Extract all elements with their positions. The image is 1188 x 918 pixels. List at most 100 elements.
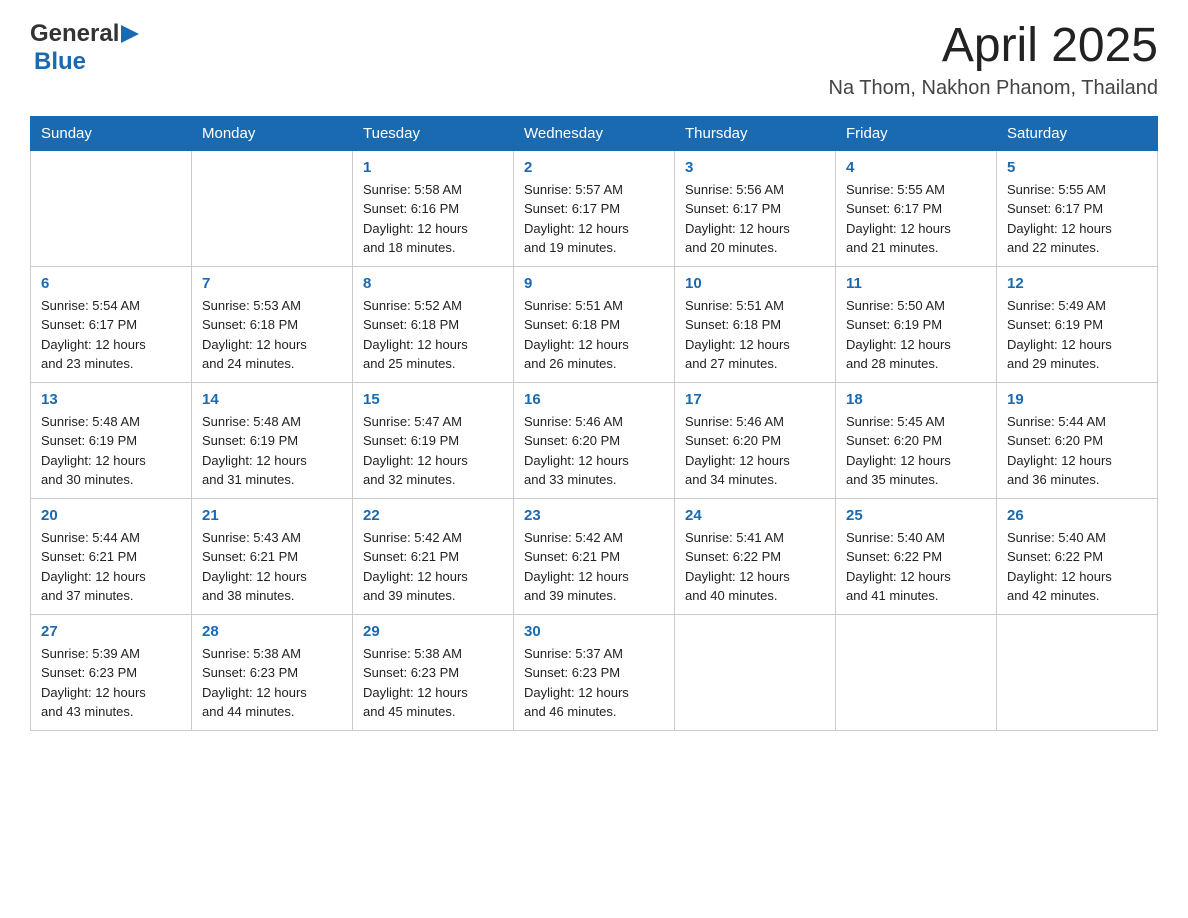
day-number: 27	[41, 623, 181, 640]
day-number: 5	[1007, 159, 1147, 176]
calendar-cell	[31, 150, 192, 266]
day-number: 13	[41, 391, 181, 408]
calendar-week-row: 1Sunrise: 5:58 AM Sunset: 6:16 PM Daylig…	[31, 150, 1158, 266]
day-number: 15	[363, 391, 503, 408]
day-info: Sunrise: 5:52 AM Sunset: 6:18 PM Dayligh…	[363, 296, 503, 374]
day-number: 23	[524, 507, 664, 524]
day-number: 24	[685, 507, 825, 524]
col-header-sunday: Sunday	[31, 116, 192, 150]
day-info: Sunrise: 5:55 AM Sunset: 6:17 PM Dayligh…	[846, 180, 986, 258]
calendar-cell: 10 Sunrise: 5:51 AM Sunset: 6:18 PM Dayli…	[675, 266, 836, 382]
logo-general-text: General	[30, 20, 119, 48]
col-header-thursday: Thursday	[675, 116, 836, 150]
calendar-cell: 22 Sunrise: 5:42 AM Sunset: 6:21 PM Dayli…	[353, 498, 514, 614]
calendar-cell: 3 Sunrise: 5:56 AM Sunset: 6:17 PM Daylig…	[675, 150, 836, 266]
calendar-cell	[192, 150, 353, 266]
day-number: 28	[202, 623, 342, 640]
day-info: Sunrise: 5:45 AM Sunset: 6:20 PM Dayligh…	[846, 412, 986, 490]
calendar-title: April 2025	[829, 20, 1158, 73]
day-number: 25	[846, 507, 986, 524]
calendar-subtitle: Na Thom, Nakhon Phanom, Thailand	[829, 77, 1158, 100]
day-number: 6	[41, 275, 181, 292]
calendar-cell: 30 Sunrise: 5:37 AM Sunset: 6:23 PM Dayli…	[514, 614, 675, 730]
calendar-cell: 7 Sunrise: 5:53 AM Sunset: 6:18 PM Daylig…	[192, 266, 353, 382]
calendar-week-row: 6 Sunrise: 5:54 AM Sunset: 6:17 PM Daylig…	[31, 266, 1158, 382]
day-number: 20	[41, 507, 181, 524]
calendar-cell: 29 Sunrise: 5:38 AM Sunset: 6:23 PM Dayli…	[353, 614, 514, 730]
calendar-cell	[675, 614, 836, 730]
day-number: 11	[846, 275, 986, 292]
day-number: 3	[685, 159, 825, 176]
day-info: Sunrise: 5:53 AM Sunset: 6:18 PM Dayligh…	[202, 296, 342, 374]
day-info: Sunrise: 5:54 AM Sunset: 6:17 PM Dayligh…	[41, 296, 181, 374]
calendar-cell: 6 Sunrise: 5:54 AM Sunset: 6:17 PM Daylig…	[31, 266, 192, 382]
calendar-week-row: 27Sunrise: 5:39 AM Sunset: 6:23 PM Dayli…	[31, 614, 1158, 730]
day-info: Sunrise: 5:43 AM Sunset: 6:21 PM Dayligh…	[202, 528, 342, 606]
calendar-cell: 19 Sunrise: 5:44 AM Sunset: 6:20 PM Dayli…	[997, 382, 1158, 498]
calendar-cell: 2 Sunrise: 5:57 AM Sunset: 6:17 PM Daylig…	[514, 150, 675, 266]
calendar-cell: 26Sunrise: 5:40 AM Sunset: 6:22 PM Dayli…	[997, 498, 1158, 614]
calendar-cell: 13 Sunrise: 5:48 AM Sunset: 6:19 PM Dayli…	[31, 382, 192, 498]
day-info: Sunrise: 5:49 AM Sunset: 6:19 PM Dayligh…	[1007, 296, 1147, 374]
logo: General Blue	[30, 20, 139, 76]
day-number: 9	[524, 275, 664, 292]
day-info: Sunrise: 5:44 AM Sunset: 6:20 PM Dayligh…	[1007, 412, 1147, 490]
calendar-cell	[997, 614, 1158, 730]
calendar-cell: 17Sunrise: 5:46 AM Sunset: 6:20 PM Dayli…	[675, 382, 836, 498]
calendar-week-row: 20 Sunrise: 5:44 AM Sunset: 6:21 PM Dayli…	[31, 498, 1158, 614]
calendar-cell: 20 Sunrise: 5:44 AM Sunset: 6:21 PM Dayli…	[31, 498, 192, 614]
calendar-cell: 25 Sunrise: 5:40 AM Sunset: 6:22 PM Dayli…	[836, 498, 997, 614]
day-info: Sunrise: 5:51 AM Sunset: 6:18 PM Dayligh…	[685, 296, 825, 374]
day-info: Sunrise: 5:57 AM Sunset: 6:17 PM Dayligh…	[524, 180, 664, 258]
calendar-cell: 21 Sunrise: 5:43 AM Sunset: 6:21 PM Dayli…	[192, 498, 353, 614]
day-number: 19	[1007, 391, 1147, 408]
col-header-tuesday: Tuesday	[353, 116, 514, 150]
day-number: 18	[846, 391, 986, 408]
day-info: Sunrise: 5:51 AM Sunset: 6:18 PM Dayligh…	[524, 296, 664, 374]
day-info: Sunrise: 5:42 AM Sunset: 6:21 PM Dayligh…	[363, 528, 503, 606]
day-info: Sunrise: 5:37 AM Sunset: 6:23 PM Dayligh…	[524, 644, 664, 722]
day-info: Sunrise: 5:48 AM Sunset: 6:19 PM Dayligh…	[202, 412, 342, 490]
day-info: Sunrise: 5:38 AM Sunset: 6:23 PM Dayligh…	[363, 644, 503, 722]
day-number: 22	[363, 507, 503, 524]
calendar-cell: 1Sunrise: 5:58 AM Sunset: 6:16 PM Daylig…	[353, 150, 514, 266]
calendar-week-row: 13 Sunrise: 5:48 AM Sunset: 6:19 PM Dayli…	[31, 382, 1158, 498]
day-number: 21	[202, 507, 342, 524]
day-number: 7	[202, 275, 342, 292]
calendar-cell: 9 Sunrise: 5:51 AM Sunset: 6:18 PM Daylig…	[514, 266, 675, 382]
calendar-cell: 23 Sunrise: 5:42 AM Sunset: 6:21 PM Dayli…	[514, 498, 675, 614]
day-info: Sunrise: 5:47 AM Sunset: 6:19 PM Dayligh…	[363, 412, 503, 490]
day-number: 30	[524, 623, 664, 640]
day-info: Sunrise: 5:38 AM Sunset: 6:23 PM Dayligh…	[202, 644, 342, 722]
calendar-cell: 27Sunrise: 5:39 AM Sunset: 6:23 PM Dayli…	[31, 614, 192, 730]
day-number: 8	[363, 275, 503, 292]
calendar-cell: 4Sunrise: 5:55 AM Sunset: 6:17 PM Daylig…	[836, 150, 997, 266]
day-info: Sunrise: 5:46 AM Sunset: 6:20 PM Dayligh…	[524, 412, 664, 490]
day-info: Sunrise: 5:42 AM Sunset: 6:21 PM Dayligh…	[524, 528, 664, 606]
col-header-friday: Friday	[836, 116, 997, 150]
day-info: Sunrise: 5:56 AM Sunset: 6:17 PM Dayligh…	[685, 180, 825, 258]
day-number: 26	[1007, 507, 1147, 524]
calendar-cell: 11Sunrise: 5:50 AM Sunset: 6:19 PM Dayli…	[836, 266, 997, 382]
day-number: 10	[685, 275, 825, 292]
col-header-saturday: Saturday	[997, 116, 1158, 150]
calendar-cell: 15 Sunrise: 5:47 AM Sunset: 6:19 PM Dayli…	[353, 382, 514, 498]
day-number: 29	[363, 623, 503, 640]
calendar-cell: 14 Sunrise: 5:48 AM Sunset: 6:19 PM Dayli…	[192, 382, 353, 498]
day-number: 17	[685, 391, 825, 408]
day-info: Sunrise: 5:58 AM Sunset: 6:16 PM Dayligh…	[363, 180, 503, 258]
day-info: Sunrise: 5:44 AM Sunset: 6:21 PM Dayligh…	[41, 528, 181, 606]
day-number: 16	[524, 391, 664, 408]
page-header: General Blue April 2025 Na Thom, Nakhon …	[30, 20, 1158, 100]
calendar-cell: 18 Sunrise: 5:45 AM Sunset: 6:20 PM Dayli…	[836, 382, 997, 498]
calendar-cell: 8 Sunrise: 5:52 AM Sunset: 6:18 PM Daylig…	[353, 266, 514, 382]
col-header-wednesday: Wednesday	[514, 116, 675, 150]
calendar-cell: 28 Sunrise: 5:38 AM Sunset: 6:23 PM Dayli…	[192, 614, 353, 730]
calendar-cell: 16 Sunrise: 5:46 AM Sunset: 6:20 PM Dayli…	[514, 382, 675, 498]
day-number: 2	[524, 159, 664, 176]
calendar-header-row: SundayMondayTuesdayWednesdayThursdayFrid…	[31, 116, 1158, 150]
day-number: 14	[202, 391, 342, 408]
day-info: Sunrise: 5:48 AM Sunset: 6:19 PM Dayligh…	[41, 412, 181, 490]
calendar-cell: 5Sunrise: 5:55 AM Sunset: 6:17 PM Daylig…	[997, 150, 1158, 266]
day-info: Sunrise: 5:40 AM Sunset: 6:22 PM Dayligh…	[846, 528, 986, 606]
